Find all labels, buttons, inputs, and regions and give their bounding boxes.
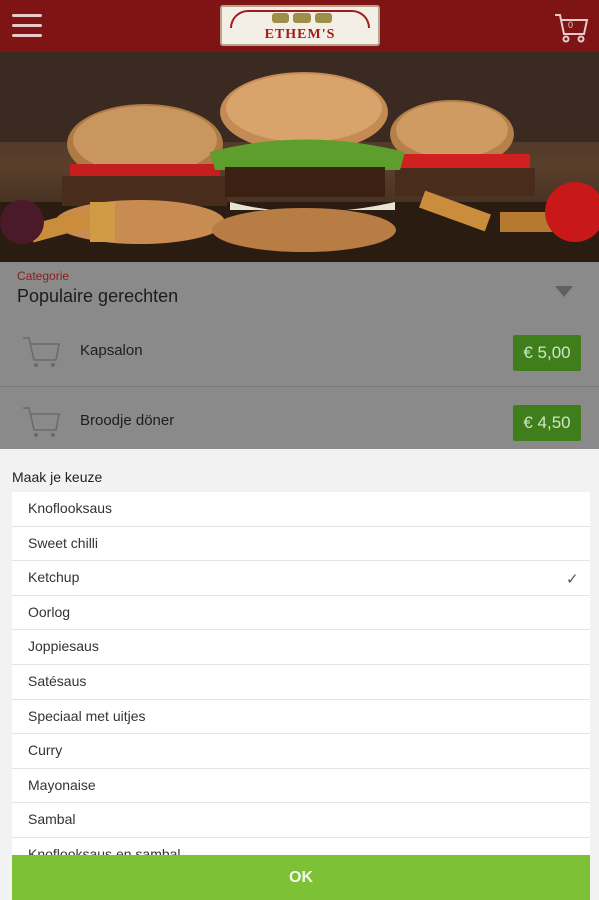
checkmark-icon: ✓ — [566, 570, 579, 589]
option-label: Curry — [28, 742, 63, 759]
menu-item-name: Broodje döner — [80, 412, 175, 429]
hamburger-icon[interactable] — [12, 14, 42, 38]
option-label: Ketchup — [28, 569, 80, 586]
option-knoflooksaus[interactable]: Knoflooksaus — [12, 492, 590, 527]
dialog-title: Maak je keuze — [12, 469, 103, 485]
logo: ETHEM'S — [220, 5, 380, 46]
option-speciaal-met-uitjes[interactable]: Speciaal met uitjes — [12, 699, 590, 735]
option-label: Speciaal met uitjes — [28, 707, 146, 724]
cart-count: 0 — [568, 20, 574, 30]
menu-item-broodje-doner[interactable]: Broodje döner € 4,50 — [0, 388, 599, 456]
option-label: Mayonaise — [28, 776, 96, 793]
option-joppiesaus[interactable]: Joppiesaus — [12, 630, 590, 665]
option-mayonaise[interactable]: Mayonaise — [12, 768, 590, 804]
option-sweet-chilli[interactable]: Sweet chilli — [12, 526, 590, 562]
ok-button[interactable]: OK — [12, 855, 590, 900]
option-label: Satésaus — [28, 672, 87, 689]
category-value: Populaire gerechten — [17, 286, 179, 306]
dropdown-arrow-icon[interactable] — [555, 286, 573, 297]
option-curry[interactable]: Curry — [12, 734, 590, 769]
hero-image — [0, 52, 599, 262]
shopping-cart-icon[interactable]: 0 — [553, 12, 589, 44]
price-button[interactable]: € 4,50 — [513, 405, 581, 441]
option-ketchup[interactable]: Ketchup ✓ — [12, 561, 590, 596]
price-button[interactable]: € 5,00 — [513, 335, 581, 371]
option-label: Sweet chilli — [28, 534, 99, 551]
options-list: Knoflooksaus Sweet chilli Ketchup ✓ Oorlog Jo… — [12, 492, 590, 873]
menu-item-kapsalon[interactable]: Kapsalon € 5,00 — [0, 318, 599, 386]
menu-list: Kapsalon € 5,00 Broodje döner € 4,50 — [0, 318, 599, 449]
option-label: Oorlog — [28, 603, 71, 620]
add-to-cart-icon[interactable] — [20, 334, 62, 370]
option-label: Sambal — [28, 811, 76, 828]
category-dropdown[interactable]: Categorie Populaire gerechten — [0, 262, 599, 318]
option-oorlog[interactable]: Oorlog — [12, 595, 590, 631]
option-label: Joppiesaus — [28, 638, 99, 655]
option-sambal[interactable]: Sambal — [12, 803, 590, 838]
logo-text: ETHEM'S — [264, 27, 336, 42]
option-label: Knoflooksaus — [28, 500, 113, 516]
category-label: Categorie — [17, 269, 70, 283]
divider — [0, 386, 599, 387]
add-to-cart-icon[interactable] — [20, 404, 62, 440]
menu-item-name: Kapsalon — [80, 342, 143, 359]
top-bar: ETHEM'S 0 — [0, 0, 599, 52]
option-sat-saus[interactable]: Satésaus — [12, 664, 590, 700]
choice-dialog: Maak je keuze Knoflooksaus Sweet chilli Ke… — [0, 449, 599, 900]
